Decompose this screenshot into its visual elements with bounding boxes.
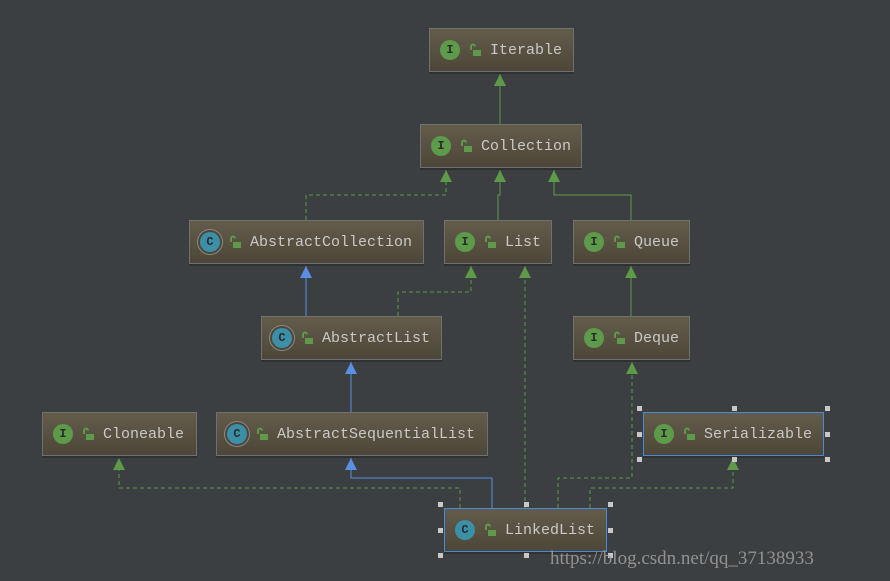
node-label: LinkedList: [505, 521, 596, 539]
node-label: Deque: [634, 329, 680, 347]
resize-handle[interactable]: [825, 432, 830, 437]
arrowhead-icon: [440, 170, 452, 182]
unlock-icon: [485, 523, 496, 536]
node-label: Iterable: [490, 41, 563, 59]
node-label: Queue: [634, 233, 680, 251]
edge-Queue-to-Collection[interactable]: [553, 170, 632, 220]
resize-handle[interactable]: [825, 406, 830, 411]
arrowhead-icon: [345, 458, 357, 470]
edge-LinkedList-to-Deque[interactable]: [557, 362, 633, 508]
abstract-class-icon: C: [272, 328, 292, 348]
unlock-icon: [302, 331, 313, 344]
abstract-class-icon: C: [200, 232, 220, 252]
arrowhead-icon: [113, 458, 125, 470]
interface-icon: I: [584, 232, 604, 252]
resize-handle[interactable]: [731, 406, 737, 411]
arrowhead-icon: [494, 74, 506, 86]
node-label: Collection: [481, 137, 572, 155]
resize-handle[interactable]: [637, 406, 642, 411]
node-abstract-collection[interactable]: C AbstractCollection: [189, 220, 424, 264]
unlock-icon: [83, 427, 94, 440]
resize-handle[interactable]: [523, 553, 529, 558]
unlock-icon: [230, 235, 241, 248]
resize-handle[interactable]: [438, 553, 443, 558]
resize-handle[interactable]: [637, 457, 642, 462]
interface-icon: I: [654, 424, 674, 444]
node-deque[interactable]: I Deque: [573, 316, 690, 360]
node-abstract-sequential-list[interactable]: C AbstractSequentialList: [216, 412, 488, 456]
node-label: List: [505, 233, 542, 251]
arrowhead-icon: [625, 266, 637, 278]
interface-icon: I: [53, 424, 73, 444]
edges-layer: [113, 74, 739, 508]
edge-LinkedList-to-AbstractSequentialList[interactable]: [350, 458, 493, 508]
resize-handle[interactable]: [637, 432, 642, 437]
node-label: Cloneable: [103, 425, 185, 443]
resize-handle[interactable]: [523, 502, 529, 507]
arrowhead-icon: [345, 362, 357, 374]
resize-handle[interactable]: [608, 528, 613, 533]
unlock-icon: [684, 427, 695, 440]
resize-handle[interactable]: [731, 457, 737, 462]
node-queue[interactable]: I Queue: [573, 220, 690, 264]
node-cloneable[interactable]: I Cloneable: [42, 412, 197, 456]
node-iterable[interactable]: I Iterable: [429, 28, 574, 72]
node-linked-list[interactable]: C LinkedList: [444, 508, 607, 552]
node-collection[interactable]: I Collection: [420, 124, 582, 168]
unlock-icon: [257, 427, 268, 440]
unlock-icon: [461, 139, 472, 152]
edge-AbstractList-to-List[interactable]: [397, 266, 472, 316]
node-label: AbstractSequentialList: [277, 425, 476, 443]
arrowhead-icon: [465, 266, 477, 278]
watermark: https://blog.csdn.net/qq_37138933: [550, 548, 814, 569]
resize-handle[interactable]: [438, 502, 443, 507]
node-serializable[interactable]: I Serializable: [643, 412, 824, 456]
interface-icon: I: [455, 232, 475, 252]
edge-LinkedList-to-Serializable[interactable]: [589, 458, 734, 508]
interface-icon: I: [431, 136, 451, 156]
unlock-icon: [614, 331, 625, 344]
edge-LinkedList-to-Cloneable[interactable]: [118, 458, 461, 508]
edge-AbstractCollection-to-Collection[interactable]: [305, 170, 447, 220]
resize-handle[interactable]: [608, 502, 613, 507]
arrowhead-icon: [494, 170, 506, 182]
unlock-icon: [485, 235, 496, 248]
node-list[interactable]: I List: [444, 220, 552, 264]
interface-icon: I: [584, 328, 604, 348]
node-label: AbstractList: [322, 329, 431, 347]
unlock-icon: [470, 43, 481, 56]
arrowhead-icon: [548, 170, 560, 182]
arrowhead-icon: [626, 362, 638, 374]
node-label: Serializable: [704, 425, 813, 443]
arrowhead-icon: [519, 266, 531, 278]
interface-icon: I: [440, 40, 460, 60]
class-icon: C: [455, 520, 475, 540]
unlock-icon: [614, 235, 625, 248]
arrowhead-icon: [300, 266, 312, 278]
abstract-class-icon: C: [227, 424, 247, 444]
resize-handle[interactable]: [825, 457, 830, 462]
node-abstract-list[interactable]: C AbstractList: [261, 316, 442, 360]
resize-handle[interactable]: [438, 528, 443, 533]
node-label: AbstractCollection: [250, 233, 413, 251]
